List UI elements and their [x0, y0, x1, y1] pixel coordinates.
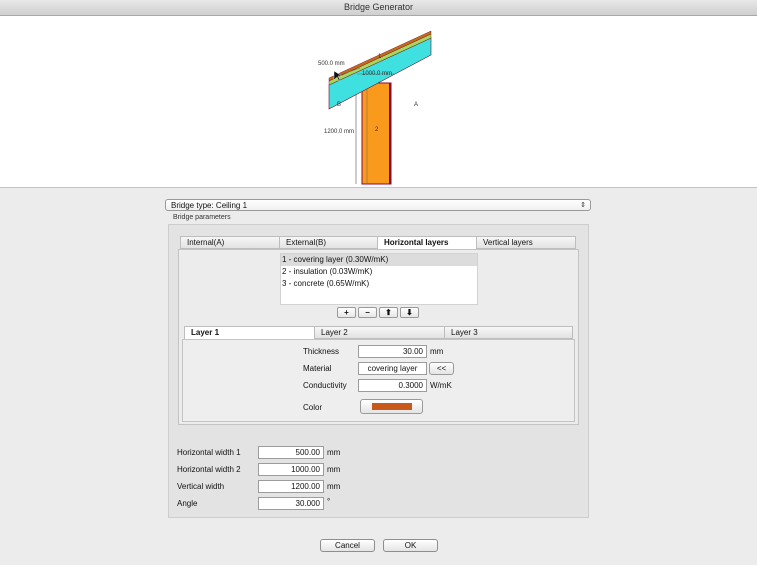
dim-vertical-width: 1200.0 mm	[324, 129, 355, 135]
angle-field[interactable]: 30.000	[258, 497, 324, 510]
list-buttons: + − ⬆ ⬇	[337, 307, 419, 318]
dim-horizontal-width-1: 500.0 mm	[318, 61, 345, 67]
tab-external[interactable]: External(B)	[279, 236, 377, 249]
angle-unit: °	[327, 497, 331, 506]
conductivity-field[interactable]: 0.3000	[358, 379, 427, 392]
conductivity-unit: W/mK	[430, 381, 452, 390]
tab-vertical-layers[interactable]: Vertical layers	[476, 236, 576, 249]
thickness-field[interactable]: 30.00	[358, 345, 427, 358]
horizontal-width-1-unit: mm	[327, 448, 341, 457]
horizontal-width-1-label: Horizontal width 1	[177, 448, 241, 457]
material-field[interactable]: covering layer	[358, 362, 427, 375]
bridge-preview: 500.0 mm 1000.0 mm 1200.0 mm A B 1 2	[0, 16, 757, 188]
bridge-type-value: Bridge type: Ceiling 1	[171, 201, 248, 210]
layer-tabs: Layer 1 Layer 2 Layer 3	[184, 326, 573, 339]
chevron-updown-icon: ⇕	[580, 202, 586, 209]
material-pick-button[interactable]: <<	[429, 362, 454, 375]
bridge-diagram	[328, 30, 432, 185]
main-tabs: Internal(A) External(B) Horizontal layer…	[180, 236, 576, 249]
conductivity-label: Conductivity	[303, 381, 347, 390]
thickness-label: Thickness	[303, 347, 340, 356]
tab-layer-3[interactable]: Layer 3	[444, 326, 573, 339]
tab-layer-2[interactable]: Layer 2	[314, 326, 444, 339]
remove-layer-button[interactable]: −	[358, 307, 377, 318]
list-item[interactable]: 3 - concrete (0.65W/mK)	[281, 278, 477, 290]
wall-element	[361, 82, 392, 185]
tab-horizontal-layers[interactable]: Horizontal layers	[377, 236, 476, 249]
horizontal-width-1-field[interactable]: 500.00	[258, 446, 324, 459]
element-label-2: 2	[375, 127, 379, 133]
list-item[interactable]: 1 - covering layer (0.30W/mK)	[281, 254, 477, 266]
vertical-width-label: Vertical width	[177, 482, 225, 491]
bridge-type-select[interactable]: Bridge type: Ceiling 1 ⇕	[165, 199, 591, 211]
horizontal-width-2-field[interactable]: 1000.00	[258, 463, 324, 476]
bridge-parameters-label: Bridge parameters	[173, 214, 231, 221]
list-item[interactable]: 2 - insulation (0.03W/mK)	[281, 266, 477, 278]
color-label: Color	[303, 403, 323, 412]
thickness-unit: mm	[430, 347, 444, 356]
dim-horizontal-width-2: 1000.0 mm	[362, 71, 393, 77]
move-up-button[interactable]: ⬆	[379, 307, 398, 318]
angle-label: Angle	[177, 499, 198, 508]
horizontal-width-2-unit: mm	[327, 465, 341, 474]
move-down-button[interactable]: ⬇	[400, 307, 419, 318]
add-layer-button[interactable]: +	[337, 307, 356, 318]
vertical-width-field[interactable]: 1200.00	[258, 480, 324, 493]
horizontal-width-2-label: Horizontal width 2	[177, 465, 241, 474]
material-label: Material	[303, 364, 332, 373]
vertical-width-unit: mm	[327, 482, 341, 491]
color-swatch	[372, 403, 412, 410]
side-label-b: B	[337, 102, 342, 108]
layers-list[interactable]: 1 - covering layer (0.30W/mK) 2 - insula…	[280, 253, 478, 305]
tab-layer-1[interactable]: Layer 1	[184, 326, 314, 339]
tab-internal[interactable]: Internal(A)	[180, 236, 279, 249]
element-label-1: 1	[378, 54, 382, 60]
cancel-button[interactable]: Cancel	[320, 539, 375, 552]
window-title: Bridge Generator	[0, 0, 757, 16]
ok-button[interactable]: OK	[383, 539, 438, 552]
side-label-a: A	[414, 102, 419, 108]
